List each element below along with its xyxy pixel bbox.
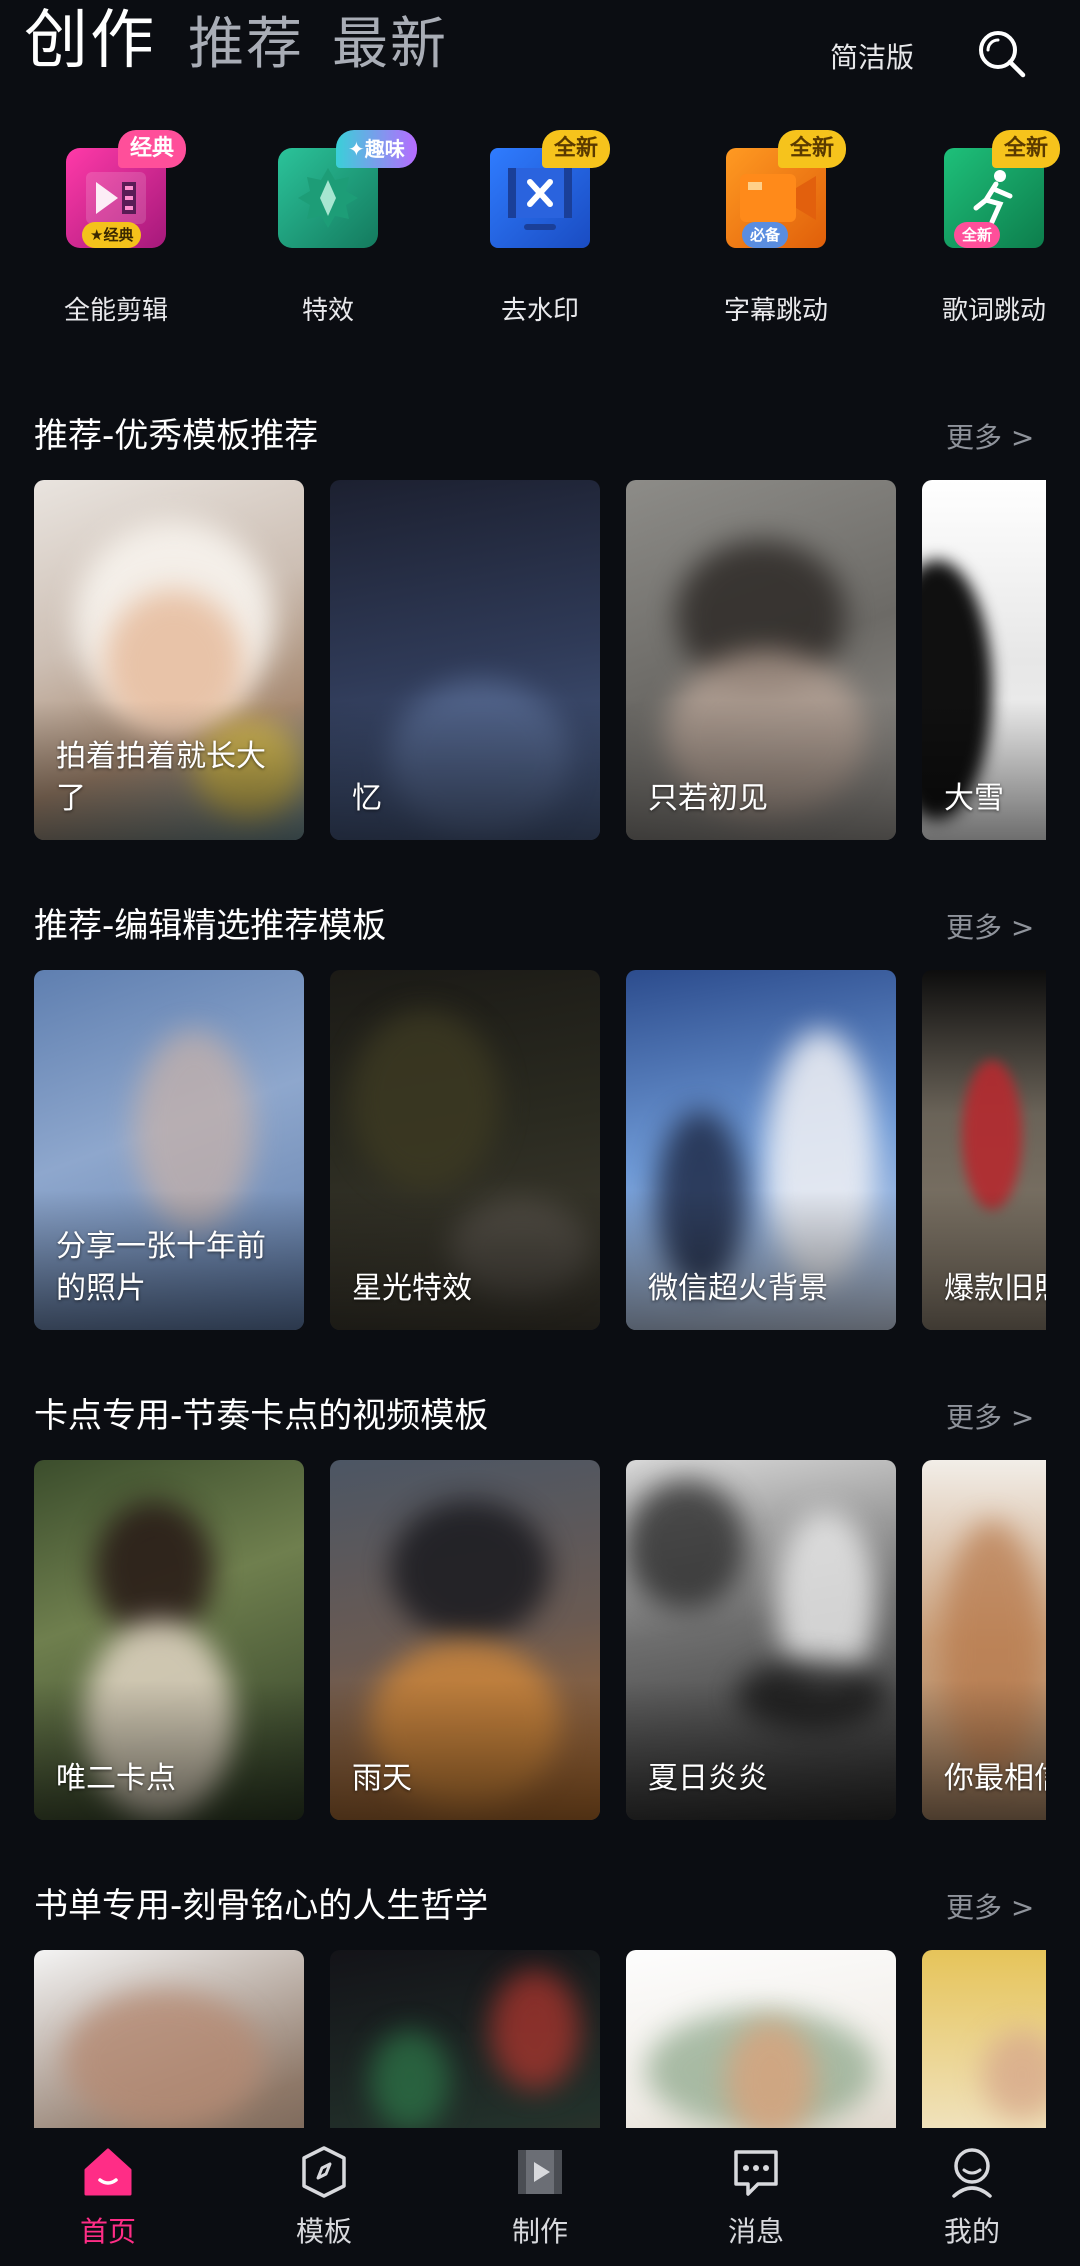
template-card[interactable]: 拍着拍着就长大了 (34, 480, 304, 840)
section-title: 书单专用-刻骨铭心的人生哲学 (34, 1886, 489, 1926)
video-make-icon (518, 2150, 562, 2194)
tool-lyrics-dance[interactable]: 全新 全新 歌词跳动 (884, 120, 1080, 340)
nav-label: 制作 (511, 2215, 568, 2248)
top-nav: 创作 推荐 最新 简洁版 (0, 0, 1080, 100)
template-card[interactable]: 唯二卡点 (34, 1460, 304, 1820)
tool-remove-watermark[interactable]: 全新 去水印 (440, 120, 640, 340)
compass-icon (302, 2146, 346, 2198)
template-card[interactable]: 雨天 (330, 1460, 600, 1820)
nav-messages[interactable]: 消息 (686, 2144, 826, 2264)
tool-badge: ✦趣味 (336, 130, 417, 168)
tool-mini-badge: 全新 (954, 222, 1001, 248)
card-row: 拍着拍着就长大了 忆 只若初见 大雪 (0, 480, 1046, 842)
tool-row: 经典 ★经典 全能剪辑 ✦趣味 特效 全新 去水印 全新 必备 字幕跳动 全新 … (0, 120, 1080, 340)
tool-label: 全能剪辑 (63, 296, 168, 326)
tool-badge: 全新 (542, 130, 611, 168)
nav-home[interactable]: 首页 (38, 2144, 178, 2264)
section-beat-sync: 卡点专用-节奏卡点的视频模板 更多 > 唯二卡点 雨天 夏日炎炎 你最相信 (0, 1388, 1080, 1878)
card-row: 分享一张十年前的照片 星光特效 微信超火背景 爆款旧照 (0, 970, 1046, 1332)
template-card[interactable]: 大雪 (922, 480, 1046, 840)
card-title: 你最相信 (944, 1761, 1046, 1796)
template-card[interactable]: 你最相信 (922, 1460, 1046, 1820)
template-card[interactable]: 分享一张十年前的照片 (34, 970, 304, 1330)
template-card[interactable]: 微信超火背景 (626, 970, 896, 1330)
section-title: 推荐-编辑精选推荐模板 (34, 906, 387, 946)
card-title: 雨天 (352, 1761, 412, 1796)
nav-label: 首页 (79, 2215, 136, 2248)
tool-label: 去水印 (500, 296, 579, 326)
nav-profile[interactable]: 我的 (902, 2144, 1042, 2264)
more-link[interactable]: 更多 > (946, 1886, 1034, 1926)
card-title: 微信超火背景 (648, 1271, 828, 1306)
section-title: 推荐-优秀模板推荐 (34, 416, 319, 456)
template-card[interactable]: 夏日炎炎 (626, 1460, 896, 1820)
card-title: 分享一张十年前的照片 (56, 1229, 266, 1306)
section-book-list: 书单专用-刻骨铭心的人生哲学 更多 > (0, 1878, 1080, 2200)
more-link[interactable]: 更多 > (946, 906, 1034, 946)
tool-mini-badge: 必备 (742, 222, 789, 248)
card-title: 夏日炎炎 (648, 1761, 768, 1796)
search-button[interactable] (974, 26, 1030, 82)
card-title: 星光特效 (352, 1271, 472, 1306)
tool-badge: 全新 (992, 130, 1061, 168)
nav-label: 消息 (727, 2215, 784, 2248)
card-title: 爆款旧照 (944, 1271, 1046, 1306)
card-title: 唯二卡点 (56, 1761, 176, 1796)
tool-badge: 经典 (118, 130, 187, 168)
template-card[interactable]: 爆款旧照 (922, 970, 1046, 1330)
search-icon (979, 31, 1026, 78)
nav-label: 模板 (295, 2215, 352, 2248)
card-title: 大雪 (944, 781, 1004, 816)
profile-icon (952, 2148, 992, 2198)
home-icon (84, 2148, 132, 2196)
tool-subtitle-dance[interactable]: 全新 必备 字幕跳动 (676, 120, 876, 340)
bottom-nav: 首页 模板 制作 消息 我的 (0, 2128, 1080, 2266)
template-card[interactable]: 只若初见 (626, 480, 896, 840)
tab-create[interactable]: 创作 (24, 4, 156, 78)
tool-all-edit[interactable]: 经典 ★经典 全能剪辑 (16, 120, 216, 340)
card-row: 唯二卡点 雨天 夏日炎炎 你最相信 (0, 1460, 1046, 1822)
message-icon (734, 2150, 778, 2196)
card-title: 拍着拍着就长大了 (56, 739, 266, 816)
tool-label: 特效 (301, 296, 354, 326)
card-title: 只若初见 (648, 781, 768, 816)
tool-label: 歌词跳动 (941, 296, 1046, 326)
section-title: 卡点专用-节奏卡点的视频模板 (34, 1396, 489, 1436)
tool-label: 字幕跳动 (723, 296, 828, 326)
tool-mini-badge: ★经典 (82, 222, 142, 248)
tab-latest[interactable]: 最新 (332, 8, 448, 82)
section-recommend-templates: 推荐-优秀模板推荐 更多 > 拍着拍着就长大了 忆 只若初见 大雪 (0, 408, 1080, 898)
tab-recommend[interactable]: 推荐 (188, 8, 304, 82)
tool-effects[interactable]: ✦趣味 特效 (228, 120, 428, 340)
more-link[interactable]: 更多 > (946, 416, 1034, 456)
tool-badge: 全新 (778, 130, 847, 168)
simple-mode-button[interactable]: 简洁版 (830, 36, 914, 76)
section-editor-picks: 推荐-编辑精选推荐模板 更多 > 分享一张十年前的照片 星光特效 微信超火背景 … (0, 898, 1080, 1388)
nav-templates[interactable]: 模板 (254, 2144, 394, 2264)
more-link[interactable]: 更多 > (946, 1396, 1034, 1436)
card-title: 忆 (352, 781, 382, 816)
template-card[interactable]: 忆 (330, 480, 600, 840)
nav-label: 我的 (943, 2215, 1000, 2248)
nav-make[interactable]: 制作 (470, 2144, 610, 2264)
template-card[interactable]: 星光特效 (330, 970, 600, 1330)
